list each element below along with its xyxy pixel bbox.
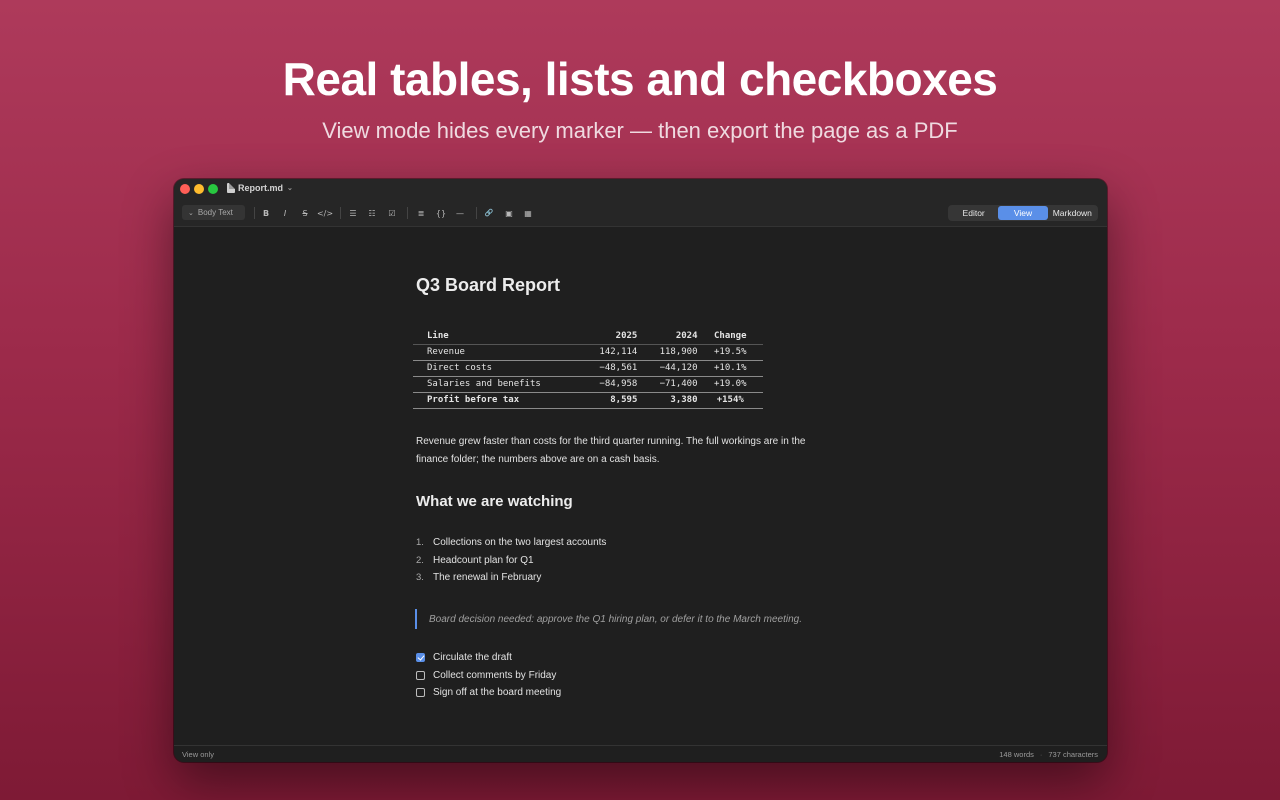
table-cell: 3,380: [637, 392, 698, 409]
list-item-number: 1.: [416, 537, 424, 548]
table-cell: Profit before tax: [413, 392, 578, 409]
list-item-number: 3.: [416, 572, 424, 583]
status-separator: ·: [1039, 750, 1043, 759]
numbered-list-button[interactable]: ☷: [365, 207, 379, 219]
task-list-button[interactable]: ☑: [385, 207, 399, 219]
table-cell: Revenue: [413, 344, 578, 361]
zoom-window-button[interactable]: [208, 184, 218, 194]
table-row: Direct costs −48,561 −44,120 +10.1%: [413, 360, 763, 377]
document-title-menu[interactable]: Report.md ⌄: [227, 183, 293, 193]
table-header-row: Line 2025 2024 Change: [413, 328, 763, 345]
character-count: 737 characters: [1048, 750, 1098, 759]
list-item: 1. Collections on the two largest accoun…: [416, 537, 816, 555]
blockquote: Board decision needed: approve the Q1 hi…: [415, 609, 835, 629]
app-window: Report.md ⌄ ⌄ Body Text B I S </> ☰ ☷ ☑ …: [174, 179, 1107, 762]
table-row-total: Profit before tax 8,595 3,380 +154%: [413, 392, 763, 409]
list-item-number: 2.: [416, 554, 424, 566]
status-mode: View only: [182, 750, 214, 759]
table-cell: −71,400: [637, 376, 698, 393]
table-cell: 118,900: [637, 344, 698, 361]
chevron-down-icon: ⌄: [188, 209, 194, 217]
minimize-window-button[interactable]: [194, 184, 204, 194]
task-list: Circulate the draft Collect comments by …: [416, 649, 816, 702]
title-bar: Report.md ⌄: [174, 179, 1107, 199]
table-cell: −44,120: [637, 360, 698, 377]
task-item: Collect comments by Friday: [416, 667, 816, 685]
status-bar: View only 148 words · 737 characters: [174, 745, 1107, 762]
task-label: Sign off at the board meeting: [433, 687, 562, 699]
document-area[interactable]: Q3 Board Report Line 2025 2024 Change Re…: [174, 227, 1107, 745]
document-filename: Report.md: [238, 183, 283, 193]
toolbar-divider: [340, 207, 341, 219]
table-header-cell: 2025: [577, 328, 638, 345]
heading-button[interactable]: ≣: [414, 207, 428, 219]
toolbar-divider: [254, 207, 255, 219]
task-label: Circulate the draft: [433, 652, 512, 664]
table-header-cell: Line: [413, 328, 578, 345]
table-row: Salaries and benefits −84,958 −71,400 +1…: [413, 376, 763, 393]
mode-editor-button[interactable]: Editor: [949, 206, 998, 220]
table-cell: +154%: [697, 392, 763, 409]
task-item: Sign off at the board meeting: [416, 684, 816, 702]
ordered-list: 1. Collections on the two largest accoun…: [416, 537, 816, 590]
horizontal-rule-button[interactable]: —: [453, 207, 467, 219]
table-cell: +10.1%: [697, 360, 763, 377]
bullet-list-button[interactable]: ☰: [346, 207, 360, 219]
document-icon: [227, 183, 235, 193]
list-item-text: Headcount plan for Q1: [433, 554, 534, 566]
table-cell: Direct costs: [413, 360, 578, 377]
link-button[interactable]: 🔗: [482, 207, 496, 219]
hero-subhead: View mode hides every marker — then expo…: [322, 118, 958, 143]
toolbar-divider: [476, 207, 477, 219]
status-counts: 148 words · 737 characters: [999, 750, 1098, 759]
inline-code-button[interactable]: </>: [317, 207, 333, 219]
word-count: 148 words: [999, 750, 1034, 759]
task-item: Circulate the draft: [416, 649, 816, 667]
table-row: Revenue 142,114 118,900 +19.5%: [413, 344, 763, 361]
hero-headline: Real tables, lists and checkboxes: [282, 53, 998, 105]
italic-button[interactable]: I: [278, 207, 292, 219]
table-cell: 8,595: [577, 392, 638, 409]
table-button[interactable]: ▦: [521, 207, 535, 219]
list-item-text: The renewal in February: [433, 572, 542, 583]
list-item-text: Collections on the two largest accounts: [433, 537, 607, 548]
mode-view-button[interactable]: View: [998, 206, 1048, 220]
bold-button[interactable]: B: [259, 207, 273, 219]
table-cell: −48,561: [577, 360, 638, 377]
body-paragraph: Revenue grew faster than costs for the t…: [416, 436, 806, 465]
image-button[interactable]: ▣: [502, 207, 516, 219]
table-cell: Salaries and benefits: [413, 376, 578, 393]
table-cell: 142,114: [577, 344, 638, 361]
close-window-button[interactable]: [180, 184, 190, 194]
chevron-down-icon: ⌄: [287, 185, 293, 192]
toolbar-divider: [407, 207, 408, 219]
table-cell: +19.5%: [697, 344, 763, 361]
section-heading: What we are watching: [416, 493, 573, 510]
list-item: 2. Headcount plan for Q1: [416, 555, 816, 573]
table-header-cell: 2024: [637, 328, 698, 345]
mode-markdown-button[interactable]: Markdown: [1048, 206, 1097, 220]
task-checkbox-checked[interactable]: [416, 653, 425, 663]
task-label: Collect comments by Friday: [433, 669, 557, 681]
task-checkbox[interactable]: [416, 670, 425, 680]
list-item: 3. The renewal in February: [416, 572, 816, 590]
table-header-cell: Change: [697, 328, 763, 345]
format-toolbar: ⌄ Body Text B I S </> ☰ ☷ ☑ ≣ {} — 🔗 ▣ ▦…: [174, 199, 1107, 227]
paragraph-style-select[interactable]: ⌄ Body Text: [182, 205, 245, 220]
paragraph-style-label: Body Text: [197, 208, 233, 217]
task-checkbox[interactable]: [416, 688, 425, 698]
mode-switcher: Editor View Markdown: [948, 205, 1098, 221]
strikethrough-button[interactable]: S: [298, 207, 312, 219]
document-title: Q3 Board Report: [416, 275, 561, 295]
code-block-button[interactable]: {}: [434, 207, 448, 219]
table-cell: −84,958: [577, 376, 638, 393]
table-cell: +19.0%: [697, 376, 763, 393]
finance-table: Line 2025 2024 Change Revenue 142,114 11…: [413, 328, 763, 409]
